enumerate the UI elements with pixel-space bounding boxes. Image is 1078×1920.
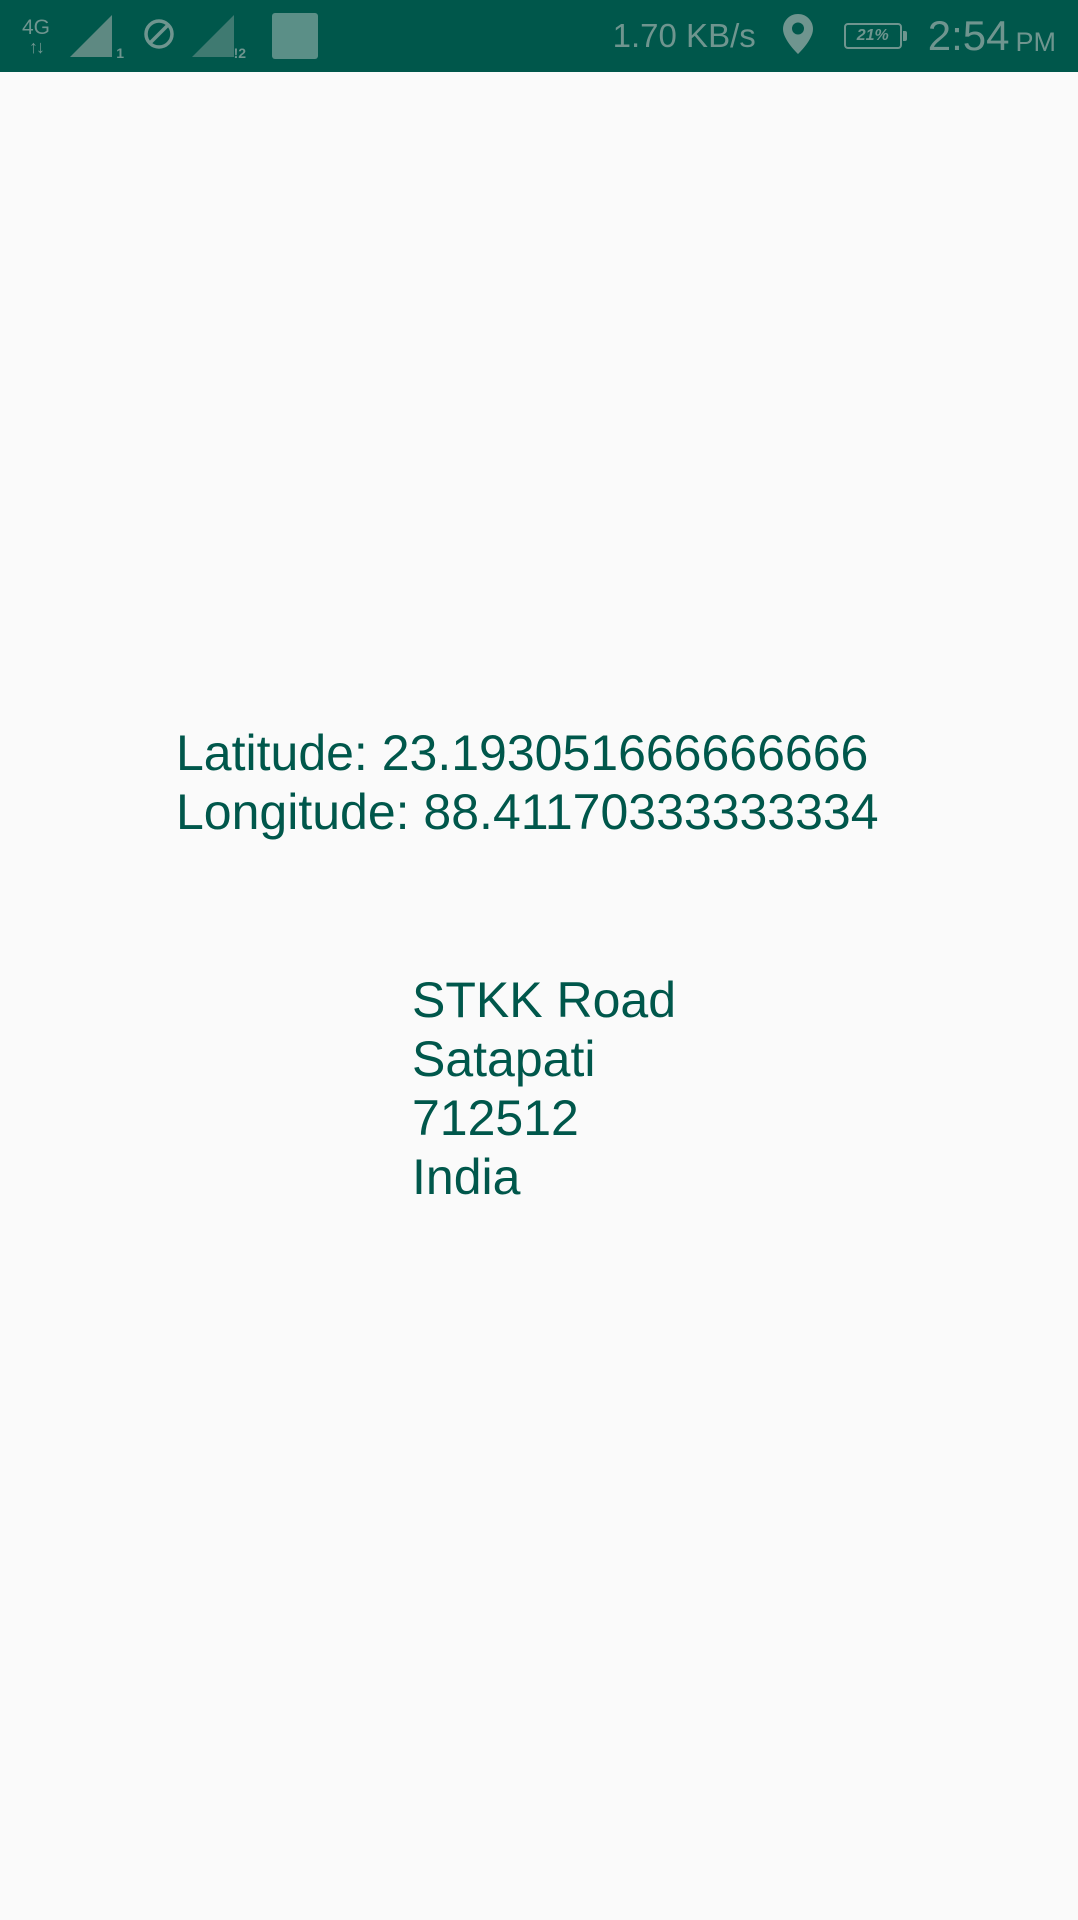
status-bar-left: 4G ↑↓ 1 !2 <box>22 10 319 62</box>
address-locality: Satapati <box>412 1031 596 1087</box>
do-not-disturb-icon <box>142 17 176 56</box>
network-arrows: ↑↓ <box>29 36 45 57</box>
sim-icon <box>272 13 319 59</box>
coordinates-text: Latitude: 23.193051666666666 Longitude: … <box>176 724 879 842</box>
network-type-label: 4G <box>22 15 51 39</box>
battery-level: 21% <box>856 27 889 44</box>
address-street: STKK Road <box>412 972 677 1028</box>
signal-icon: 1 <box>68 13 124 61</box>
longitude-text: Longitude: 88.41170333333334 <box>176 784 879 840</box>
sim2-label: !2 <box>233 45 247 61</box>
signal-icon: !2 <box>190 13 246 61</box>
latitude-text: Latitude: 23.193051666666666 <box>176 725 869 781</box>
address-postal-code: 712512 <box>412 1090 579 1146</box>
location-icon <box>782 13 814 60</box>
battery-icon: 21% <box>843 23 907 49</box>
data-speed: 1.70 KB/s <box>612 17 756 54</box>
status-bar-right: 1.70 KB/s 21% 2:54 PM <box>613 10 1056 62</box>
address-country: India <box>412 1149 521 1205</box>
clock-time: 2:54 <box>927 12 1010 59</box>
network-4g-icon: 4G ↑↓ <box>22 17 50 56</box>
status-bar: 4G ↑↓ 1 !2 1.70 KB/s 21% 2:54 PM <box>0 0 1078 72</box>
sim1-label: 1 <box>116 45 125 61</box>
address-text: STKK Road Satapati 712512 India <box>412 971 676 1207</box>
clock-ampm: PM <box>1015 26 1057 57</box>
